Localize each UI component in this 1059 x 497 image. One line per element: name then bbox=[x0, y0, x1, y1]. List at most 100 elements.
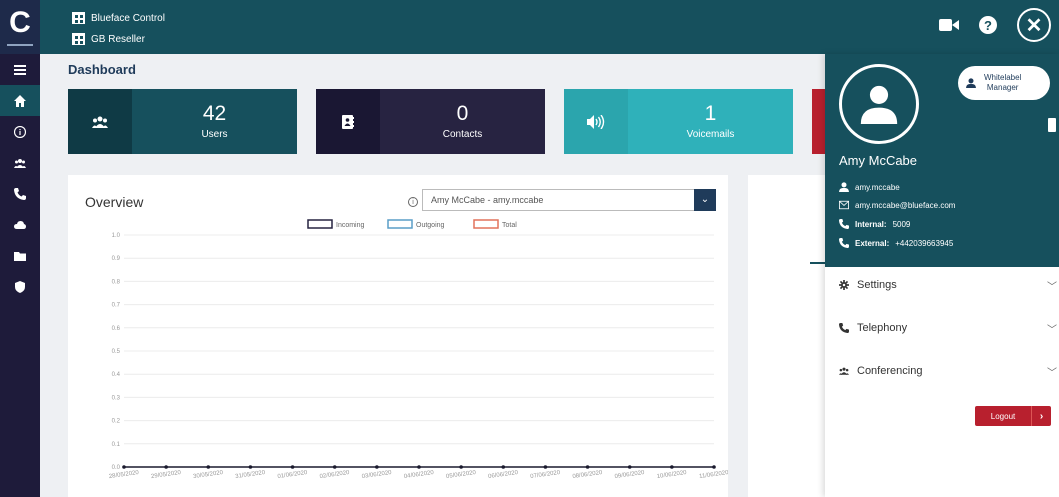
data-point bbox=[501, 465, 506, 469]
envelope-icon bbox=[839, 200, 849, 210]
users-icon[interactable] bbox=[0, 147, 40, 178]
chevron-right-icon: › bbox=[1031, 406, 1051, 426]
data-point bbox=[122, 465, 126, 469]
telephony-accordion[interactable]: Telephony ﹀ bbox=[839, 322, 1059, 336]
profile-external: External: +442039663945 bbox=[839, 238, 953, 248]
data-point bbox=[375, 465, 379, 469]
logout-button[interactable]: Logout › bbox=[975, 406, 1051, 426]
secondary-card bbox=[748, 175, 828, 497]
stat-card-partial[interactable] bbox=[812, 89, 826, 154]
legend-swatch bbox=[387, 219, 413, 229]
whitelabel-manager-button[interactable]: Whitelabel Manager bbox=[958, 66, 1050, 100]
x-tick-label: 04/06/2020 bbox=[404, 470, 435, 480]
data-point bbox=[543, 465, 548, 469]
help-icon[interactable]: ? bbox=[979, 16, 997, 34]
phone-icon[interactable] bbox=[0, 178, 40, 209]
close-icon[interactable]: ✕ bbox=[1017, 8, 1051, 42]
legend-swatch bbox=[307, 219, 333, 229]
building-icon bbox=[72, 33, 85, 45]
chevron-down-icon: ﹀ bbox=[1047, 324, 1057, 336]
profile-header: Whitelabel Manager Amy McCabe amy.mccabe… bbox=[825, 54, 1059, 267]
x-tick-label: 11/06/2020 bbox=[699, 470, 728, 480]
legend-label: Incoming bbox=[336, 222, 365, 229]
y-tick-label: 0.7 bbox=[112, 303, 121, 309]
x-tick-label: 01/06/2020 bbox=[277, 470, 308, 480]
data-point bbox=[290, 465, 295, 469]
external-label: External: bbox=[855, 238, 890, 248]
users-label: Users bbox=[201, 129, 228, 140]
home-icon[interactable] bbox=[0, 85, 40, 116]
avatar[interactable] bbox=[839, 64, 919, 144]
speaker-icon bbox=[564, 89, 628, 154]
app-name: Blueface Control bbox=[91, 12, 165, 24]
profile-name: Amy McCabe bbox=[839, 153, 918, 168]
contacts-label: Contacts bbox=[442, 129, 483, 140]
menu-icon[interactable] bbox=[0, 54, 40, 85]
info-icon[interactable] bbox=[0, 116, 40, 147]
y-tick-label: 1.0 bbox=[112, 233, 121, 239]
role-line-2: Manager bbox=[986, 83, 1019, 92]
shield-icon[interactable] bbox=[0, 271, 40, 302]
user-icon bbox=[839, 182, 849, 192]
x-tick-label: 10/06/2020 bbox=[656, 470, 687, 480]
y-tick-label: 0.9 bbox=[112, 256, 121, 262]
cloud-icon[interactable] bbox=[0, 209, 40, 240]
logo[interactable]: C bbox=[0, 0, 40, 54]
role-line-1: Whitelabel bbox=[984, 73, 1022, 82]
gear-icon bbox=[839, 280, 849, 290]
users-count: 42 bbox=[202, 102, 227, 125]
profile-email: amy.mccabe@blueface.com bbox=[839, 200, 955, 210]
building-icon bbox=[72, 12, 85, 24]
account-name: GB Reseller bbox=[91, 33, 145, 45]
phone-icon bbox=[839, 323, 849, 333]
profile-username: amy.mccabe bbox=[839, 182, 900, 192]
x-tick-label: 08/06/2020 bbox=[572, 470, 603, 480]
y-tick-label: 0.3 bbox=[112, 395, 121, 401]
contacts-book-icon bbox=[316, 89, 380, 154]
contacts-stat-card[interactable]: 0 Contacts bbox=[316, 89, 545, 154]
users-icon bbox=[68, 89, 132, 154]
folder-icon[interactable] bbox=[0, 240, 40, 271]
contacts-count: 0 bbox=[456, 102, 469, 125]
top-bar: C Blueface Control GB Reseller ? ✕ bbox=[0, 0, 1059, 54]
settings-accordion[interactable]: Settings ﹀ bbox=[839, 279, 1059, 293]
mobile-phone-icon[interactable] bbox=[1048, 118, 1056, 132]
data-point bbox=[206, 465, 211, 469]
sidebar bbox=[0, 54, 40, 497]
voicemails-stat-card[interactable]: 1 Voicemails bbox=[564, 89, 793, 154]
x-tick-label: 07/06/2020 bbox=[530, 470, 561, 480]
voicemails-label: Voicemails bbox=[686, 129, 735, 140]
settings-label: Settings bbox=[857, 279, 897, 291]
legend-label: Total bbox=[502, 222, 517, 229]
x-tick-label: 28/05/2020 bbox=[109, 470, 140, 480]
y-tick-label: 0.6 bbox=[112, 326, 121, 332]
email-text: amy.mccabe@blueface.com bbox=[855, 200, 956, 210]
data-point bbox=[164, 465, 168, 469]
x-tick-label: 30/05/2020 bbox=[193, 470, 224, 480]
data-point bbox=[248, 465, 253, 469]
data-point bbox=[670, 465, 674, 469]
chevron-down-icon: ﹀ bbox=[1047, 367, 1057, 379]
x-tick-label: 06/06/2020 bbox=[488, 470, 519, 480]
x-tick-label: 02/06/2020 bbox=[319, 470, 350, 480]
y-tick-label: 0.1 bbox=[112, 442, 121, 448]
chevron-down-icon: ﹀ bbox=[1047, 281, 1057, 293]
data-point bbox=[332, 465, 337, 469]
x-tick-label: 03/06/2020 bbox=[361, 470, 392, 480]
internal-label: Internal: bbox=[855, 219, 887, 229]
data-point bbox=[712, 465, 716, 469]
logout-label: Logout bbox=[990, 411, 1016, 421]
users-stat-card[interactable]: 42 Users bbox=[68, 89, 297, 154]
account-line[interactable]: GB Reseller bbox=[72, 33, 145, 45]
y-tick-label: 0.8 bbox=[112, 279, 121, 285]
data-point bbox=[459, 465, 463, 469]
legend-label: Outgoing bbox=[416, 222, 445, 229]
x-tick-label: 31/05/2020 bbox=[235, 470, 266, 480]
legend-swatch bbox=[473, 219, 499, 229]
overview-card: Overview i Amy McCabe - amy.mccabe ⌄ Inc… bbox=[68, 175, 728, 497]
voicemails-count: 1 bbox=[704, 102, 717, 125]
conferencing-accordion[interactable]: Conferencing ﹀ bbox=[839, 365, 1059, 379]
data-point bbox=[627, 465, 632, 469]
y-tick-label: 0.2 bbox=[112, 419, 121, 425]
video-icon[interactable] bbox=[939, 19, 959, 31]
